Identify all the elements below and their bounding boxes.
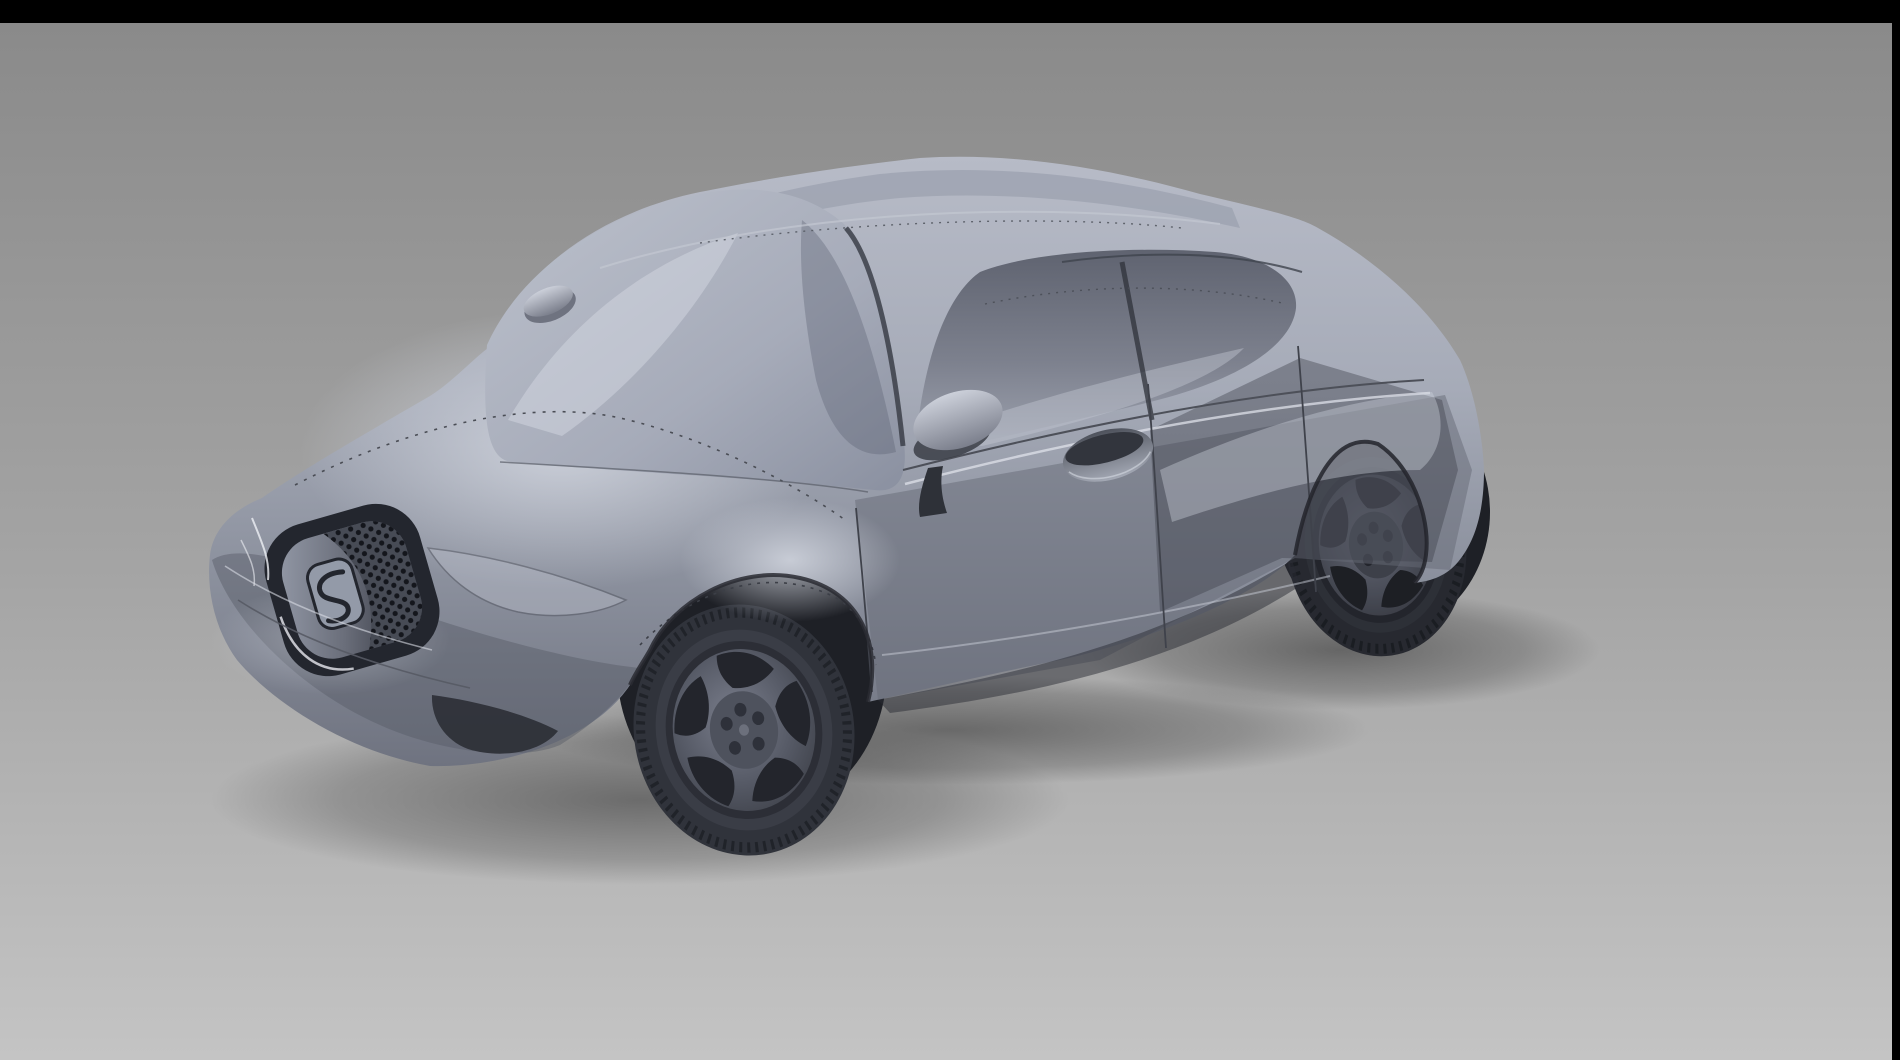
top-letterbox-bar [0, 0, 1900, 23]
3d-viewport[interactable] [0, 0, 1900, 1060]
right-letterbox-bar [1892, 0, 1900, 1060]
cad-application-window [0, 0, 1900, 1060]
fender-highlight [680, 498, 900, 622]
